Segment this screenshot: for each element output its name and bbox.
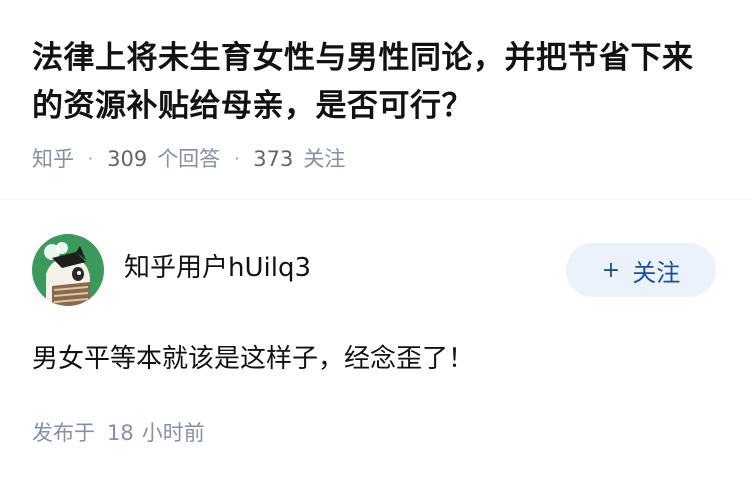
- answer-card: 知乎用户hUilq3 + 关注 男女平等本就该是这样子，经念歪了！ 发布于 18 小…: [32, 234, 718, 448]
- question-header: 法律上将未生育女性与男性同论，并把节省下来的资源补贴给母亲，是否可行？ 知乎 ·…: [32, 34, 722, 174]
- plus-icon: +: [601, 257, 621, 283]
- time-prefix: 发布于: [32, 421, 95, 445]
- meta-separator: ·: [234, 149, 240, 168]
- meta-separator: ·: [88, 149, 94, 168]
- avatar-image: [32, 234, 104, 306]
- answer-time: 发布于 18 小时前: [32, 418, 718, 448]
- question-meta: 知乎 · 309 个回答 · 373 关注: [32, 144, 722, 174]
- time-value: 18: [107, 421, 134, 445]
- time-unit: 小时前: [141, 421, 205, 445]
- follow-button[interactable]: + 关注: [566, 243, 716, 297]
- follow-button-label: 关注: [632, 258, 681, 287]
- author-name[interactable]: 知乎用户hUilq3: [124, 250, 566, 286]
- follower-count: 373: [253, 147, 294, 171]
- answer-count[interactable]: 309: [107, 144, 147, 174]
- site-name[interactable]: 知乎: [32, 144, 74, 174]
- answer-count-label[interactable]: 个回答: [157, 144, 220, 174]
- question-title[interactable]: 法律上将未生育女性与男性同论，并把节省下来的资源补贴给母亲，是否可行？: [32, 34, 722, 130]
- author-row: 知乎用户hUilq3 + 关注: [32, 234, 718, 306]
- follower-count-label: 关注: [303, 147, 346, 171]
- answer-content[interactable]: 男女平等本就该是这样子，经念歪了！: [32, 340, 718, 378]
- divider: [0, 199, 750, 200]
- avatar[interactable]: [32, 234, 104, 306]
